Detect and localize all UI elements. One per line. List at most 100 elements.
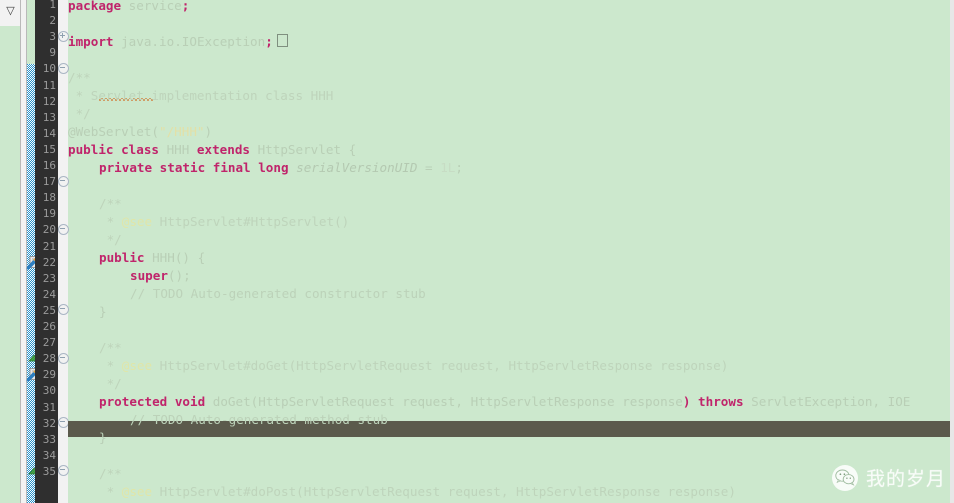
code-line[interactable]: */ (68, 105, 91, 123)
code-token: HHH (166, 142, 197, 157)
chevron-down-icon[interactable]: ▽ (3, 5, 18, 17)
code-token: IOE (887, 394, 911, 409)
code-token: . (151, 34, 160, 49)
code-text-area[interactable]: package service; import java.io.IOExcepti… (68, 0, 954, 503)
code-token: ; (455, 160, 463, 175)
code-line[interactable]: /** (99, 195, 122, 213)
line-number: 16 (42, 159, 56, 172)
line-number: 19 (42, 207, 56, 221)
code-line[interactable]: // TODO Auto-generated constructor stub (130, 285, 426, 303)
left-strip-body (0, 26, 20, 503)
code-line[interactable]: * @see HttpServlet#HttpServlet() (99, 213, 350, 231)
code-token: 1L (440, 160, 456, 175)
code-line[interactable]: /** (68, 69, 91, 87)
code-token: HHH (152, 250, 175, 265)
code-token: "/HHH" (159, 124, 205, 139)
code-token: ) (204, 124, 213, 139)
code-token: { (348, 142, 357, 157)
code-line[interactable]: * @see HttpServlet#doPost(HttpServletReq… (99, 483, 736, 501)
code-token: ; (181, 0, 190, 13)
code-token: /** (99, 466, 122, 481)
bracket-match-box (277, 34, 288, 47)
line-number: 33 (42, 432, 56, 446)
fold-expand-icon[interactable] (58, 29, 69, 45)
code-token: @see (121, 358, 153, 373)
line-number: 17 (42, 175, 56, 189)
code-line[interactable]: * @see HttpServlet#doGet(HttpServletRequ… (99, 357, 729, 375)
code-token: */ (99, 232, 122, 247)
code-token: serialVersionUID (296, 160, 426, 175)
code-token: package (68, 0, 129, 13)
folding-ruler[interactable] (58, 0, 69, 503)
overview-ruler[interactable] (950, 0, 954, 503)
line-number: 30 (42, 384, 56, 398)
line-number: 23 (42, 271, 56, 285)
code-editor[interactable]: ▽ 1 2 3 9 10 11 12 13 14 15 16 17 18 19 20 21 22 23 24 25 26… (0, 0, 954, 503)
code-token: io (159, 34, 175, 49)
code-token: } (99, 430, 107, 445)
line-number: 32 (42, 416, 56, 430)
code-token: () { (174, 250, 206, 265)
line-number: 12 (42, 94, 56, 108)
code-line[interactable]: protected void doGet(HttpServletRequest … (99, 393, 910, 411)
fold-collapse-icon[interactable] (58, 222, 69, 238)
code-line[interactable]: private static final long serialVersionU… (99, 159, 463, 177)
code-token: ) (682, 394, 699, 409)
line-number: 27 (42, 336, 56, 350)
code-token: , (872, 394, 888, 409)
fold-collapse-icon[interactable] (58, 416, 69, 432)
code-token: HttpServlet#doGet(HttpServletRequest req… (152, 358, 729, 373)
code-token: import (68, 34, 122, 49)
fold-collapse-icon[interactable] (58, 303, 69, 319)
code-token: doGet (212, 394, 251, 409)
code-line[interactable]: /** (99, 465, 122, 483)
code-line[interactable]: @WebServlet("/HHH") (68, 123, 212, 141)
code-token: IOException (181, 34, 266, 49)
code-token: /** (99, 340, 122, 355)
code-token: = (425, 160, 441, 175)
code-token: } (99, 304, 107, 319)
code-token: private static final long (99, 160, 297, 175)
code-token: * Servlet implementation class HHH (68, 88, 334, 103)
code-token: HttpServlet (257, 142, 349, 157)
line-number: 28 (42, 352, 56, 366)
code-line[interactable]: * Servlet implementation class HHH (68, 87, 334, 105)
code-token: service (128, 0, 182, 13)
code-line[interactable]: /** (99, 339, 122, 357)
line-number: 26 (42, 320, 56, 333)
line-number: 9 (49, 46, 56, 60)
code-token: HttpServletResponse response (470, 394, 683, 409)
code-token: @see (121, 484, 153, 499)
code-line[interactable]: import java.io.IOException; (68, 33, 273, 51)
code-token: public (99, 250, 153, 265)
fold-collapse-icon[interactable] (58, 464, 69, 480)
code-token: ServletException (751, 394, 873, 409)
code-line[interactable]: public class HHH extends HttpServlet { (68, 141, 356, 159)
code-token: * (99, 214, 122, 229)
line-number: 25 (42, 303, 56, 317)
code-token: ; (265, 34, 273, 49)
code-line[interactable]: public HHH() { (99, 249, 205, 267)
code-line[interactable]: super(); (130, 267, 191, 285)
code-line[interactable]: } (99, 429, 107, 447)
fold-collapse-icon[interactable] (58, 61, 69, 77)
line-number: 18 (42, 191, 56, 205)
code-token: /** (99, 196, 122, 211)
code-line[interactable]: // TODO Auto-generated method stub (130, 411, 388, 429)
fold-collapse-icon[interactable] (58, 351, 69, 367)
code-token: (); (167, 268, 191, 283)
code-token: @WebServlet (68, 124, 152, 139)
code-line[interactable]: } (99, 303, 107, 321)
line-number: 15 (42, 142, 56, 156)
code-line[interactable]: */ (99, 231, 122, 249)
code-token: . (174, 34, 182, 49)
line-number: 24 (42, 287, 56, 301)
code-token: HttpServlet#doPost(HttpServletRequest re… (152, 484, 736, 499)
code-line[interactable]: package service; (68, 0, 189, 15)
code-token: // TODO Auto-generated constructor stub (130, 286, 426, 301)
fold-collapse-icon[interactable] (58, 174, 69, 190)
code-line[interactable]: */ (99, 375, 122, 393)
line-number: 31 (42, 400, 56, 414)
divider-1 (20, 0, 21, 503)
code-token: extends (196, 142, 258, 157)
